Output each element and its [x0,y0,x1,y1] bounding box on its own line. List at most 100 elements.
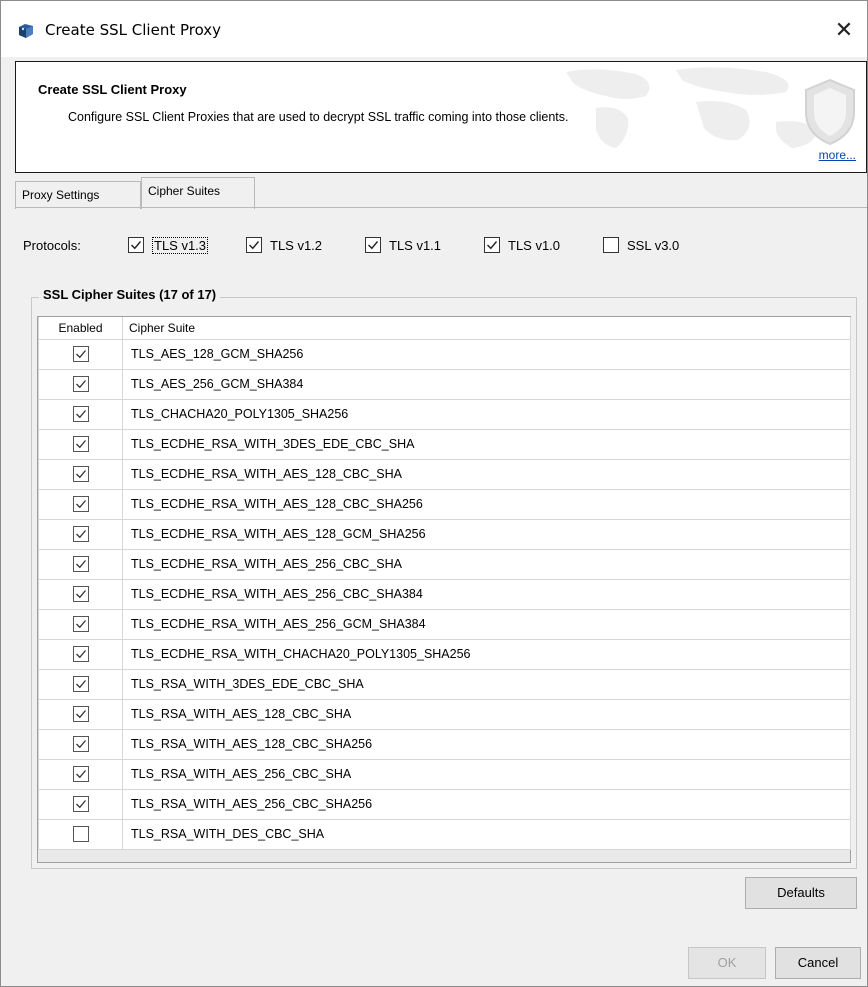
checkbox-checked-icon[interactable] [72,616,89,632]
protocol-label: TLS v1.0 [508,238,561,253]
table-row[interactable]: TLS_CHACHA20_POLY1305_SHA256 [38,398,851,430]
cipher-suite-name: TLS_AES_128_GCM_SHA256 [122,339,851,370]
table-row[interactable]: TLS_ECDHE_RSA_WITH_3DES_EDE_CBC_SHA [38,428,851,460]
enabled-cell [38,518,123,550]
table-row[interactable]: TLS_RSA_WITH_AES_128_CBC_SHA [38,698,851,730]
enabled-cell [38,458,123,490]
window-title: Create SSL Client Proxy [45,21,222,39]
enabled-cell [38,728,123,760]
enabled-cell [38,398,123,430]
table-row[interactable]: TLS_RSA_WITH_3DES_EDE_CBC_SHA [38,668,851,700]
enabled-cell [38,608,123,640]
protocols-label: Protocols: [23,238,81,253]
dialog-window: Create SSL Client Proxy ✕ Create SSL Cli… [0,0,868,987]
protocol-label: SSL v3.0 [627,238,680,253]
cipher-suite-name: TLS_RSA_WITH_AES_256_CBC_SHA256 [122,788,851,820]
cipher-suite-name: TLS_RSA_WITH_DES_CBC_SHA [122,818,851,850]
enabled-cell [38,818,123,850]
table-row[interactable]: TLS_RSA_WITH_AES_256_CBC_SHA256 [38,788,851,820]
cipher-suite-name: TLS_ECDHE_RSA_WITH_AES_128_CBC_SHA256 [122,488,851,520]
cipher-suites-group-title: SSL Cipher Suites (17 of 17) [39,287,221,302]
enabled-cell [38,578,123,610]
checkbox-checked-icon[interactable] [72,646,89,662]
checkbox-checked-icon[interactable] [72,766,89,782]
table-row[interactable]: TLS_RSA_WITH_AES_128_CBC_SHA256 [38,728,851,760]
checkbox-checked-icon[interactable] [72,796,89,812]
table-row[interactable]: TLS_AES_256_GCM_SHA384 [38,368,851,400]
checkbox-checked-icon[interactable] [72,736,89,752]
cipher-suite-name: TLS_ECDHE_RSA_WITH_AES_256_CBC_SHA384 [122,578,851,610]
checkbox-checked-icon[interactable] [72,586,89,602]
enabled-cell [38,548,123,580]
banner-description: Configure SSL Client Proxies that are us… [68,110,569,124]
cipher-table-container: Enabled Cipher Suite TLS_AES_128_GCM_SHA… [37,316,851,863]
checkbox-checked-icon[interactable] [72,556,89,572]
checkbox-checked-icon[interactable] [484,237,500,253]
table-row[interactable]: TLS_ECDHE_RSA_WITH_AES_128_CBC_SHA256 [38,488,851,520]
column-header-enabled[interactable]: Enabled [38,317,123,340]
cipher-suite-name: TLS_RSA_WITH_AES_128_CBC_SHA [122,698,851,730]
enabled-cell [38,668,123,700]
table-row[interactable]: TLS_RSA_WITH_DES_CBC_SHA [38,818,851,850]
table-row[interactable]: TLS_ECDHE_RSA_WITH_AES_256_GCM_SHA384 [38,608,851,640]
app-globe-icon [17,23,35,39]
checkbox-checked-icon[interactable] [72,346,89,362]
checkbox-checked-icon[interactable] [72,496,89,512]
enabled-cell [38,758,123,790]
cipher-table: Enabled Cipher Suite TLS_AES_128_GCM_SHA… [38,317,851,850]
table-row[interactable]: TLS_RSA_WITH_AES_256_CBC_SHA [38,758,851,790]
checkbox-checked-icon[interactable] [128,237,144,253]
cipher-suite-name: TLS_ECDHE_RSA_WITH_AES_128_CBC_SHA [122,458,851,490]
protocol-label: TLS v1.3 [152,237,209,254]
close-icon[interactable]: ✕ [821,11,867,51]
checkbox-checked-icon[interactable] [72,436,89,452]
ok-button[interactable]: OK [688,947,766,979]
cipher-suite-name: TLS_ECDHE_RSA_WITH_3DES_EDE_CBC_SHA [122,428,851,460]
table-row[interactable]: TLS_ECDHE_RSA_WITH_AES_128_GCM_SHA256 [38,518,851,550]
checkbox-checked-icon[interactable] [72,406,89,422]
checkbox-checked-icon[interactable] [246,237,262,253]
cipher-table-body: TLS_AES_128_GCM_SHA256 TLS_AES_256_GCM_SH… [38,339,851,850]
cipher-suite-name: TLS_CHACHA20_POLY1305_SHA256 [122,398,851,430]
table-row[interactable]: TLS_ECDHE_RSA_WITH_CHACHA20_POLY1305_SHA… [38,638,851,670]
column-header-cipher-suite[interactable]: Cipher Suite [122,317,851,340]
defaults-button[interactable]: Defaults [745,877,857,909]
cipher-suite-name: TLS_ECDHE_RSA_WITH_AES_256_CBC_SHA [122,548,851,580]
more-link[interactable]: more... [819,148,856,162]
shield-icon [805,78,855,146]
checkbox-checked-icon[interactable] [72,676,89,692]
tab-cipher-suites[interactable]: Cipher Suites [141,177,255,209]
protocol-label: TLS v1.1 [389,238,442,253]
title-bar: Create SSL Client Proxy ✕ [1,1,867,57]
checkbox-checked-icon[interactable] [72,466,89,482]
checkbox-checked-icon[interactable] [72,376,89,392]
enabled-cell [38,788,123,820]
table-row[interactable]: TLS_AES_128_GCM_SHA256 [38,339,851,370]
header-banner: Create SSL Client Proxy Configure SSL Cl… [15,61,867,173]
table-row[interactable]: TLS_ECDHE_RSA_WITH_AES_256_CBC_SHA [38,548,851,580]
table-header-row: Enabled Cipher Suite [38,317,851,340]
cipher-suite-name: TLS_AES_256_GCM_SHA384 [122,368,851,400]
cipher-suite-name: TLS_RSA_WITH_3DES_EDE_CBC_SHA [122,668,851,700]
checkbox-unchecked-icon[interactable] [72,826,89,842]
cancel-button[interactable]: Cancel [775,947,861,979]
enabled-cell [38,638,123,670]
table-row[interactable]: TLS_ECDHE_RSA_WITH_AES_256_CBC_SHA384 [38,578,851,610]
enabled-cell [38,368,123,400]
checkbox-checked-icon[interactable] [365,237,381,253]
banner-title: Create SSL Client Proxy [38,82,187,97]
cipher-suite-name: TLS_RSA_WITH_AES_128_CBC_SHA256 [122,728,851,760]
cipher-suite-name: TLS_ECDHE_RSA_WITH_AES_128_GCM_SHA256 [122,518,851,550]
checkbox-checked-icon[interactable] [72,706,89,722]
protocol-label: TLS v1.2 [270,238,323,253]
cipher-suite-name: TLS_ECDHE_RSA_WITH_CHACHA20_POLY1305_SHA… [122,638,851,670]
table-row[interactable]: TLS_ECDHE_RSA_WITH_AES_128_CBC_SHA [38,458,851,490]
enabled-cell [38,698,123,730]
checkbox-unchecked-icon[interactable] [603,237,619,253]
cipher-suite-name: TLS_ECDHE_RSA_WITH_AES_256_GCM_SHA384 [122,608,851,640]
cipher-suite-name: TLS_RSA_WITH_AES_256_CBC_SHA [122,758,851,790]
enabled-cell [38,488,123,520]
tab-proxy-settings[interactable]: Proxy Settings [15,181,141,209]
enabled-cell [38,428,123,460]
checkbox-checked-icon[interactable] [72,526,89,542]
